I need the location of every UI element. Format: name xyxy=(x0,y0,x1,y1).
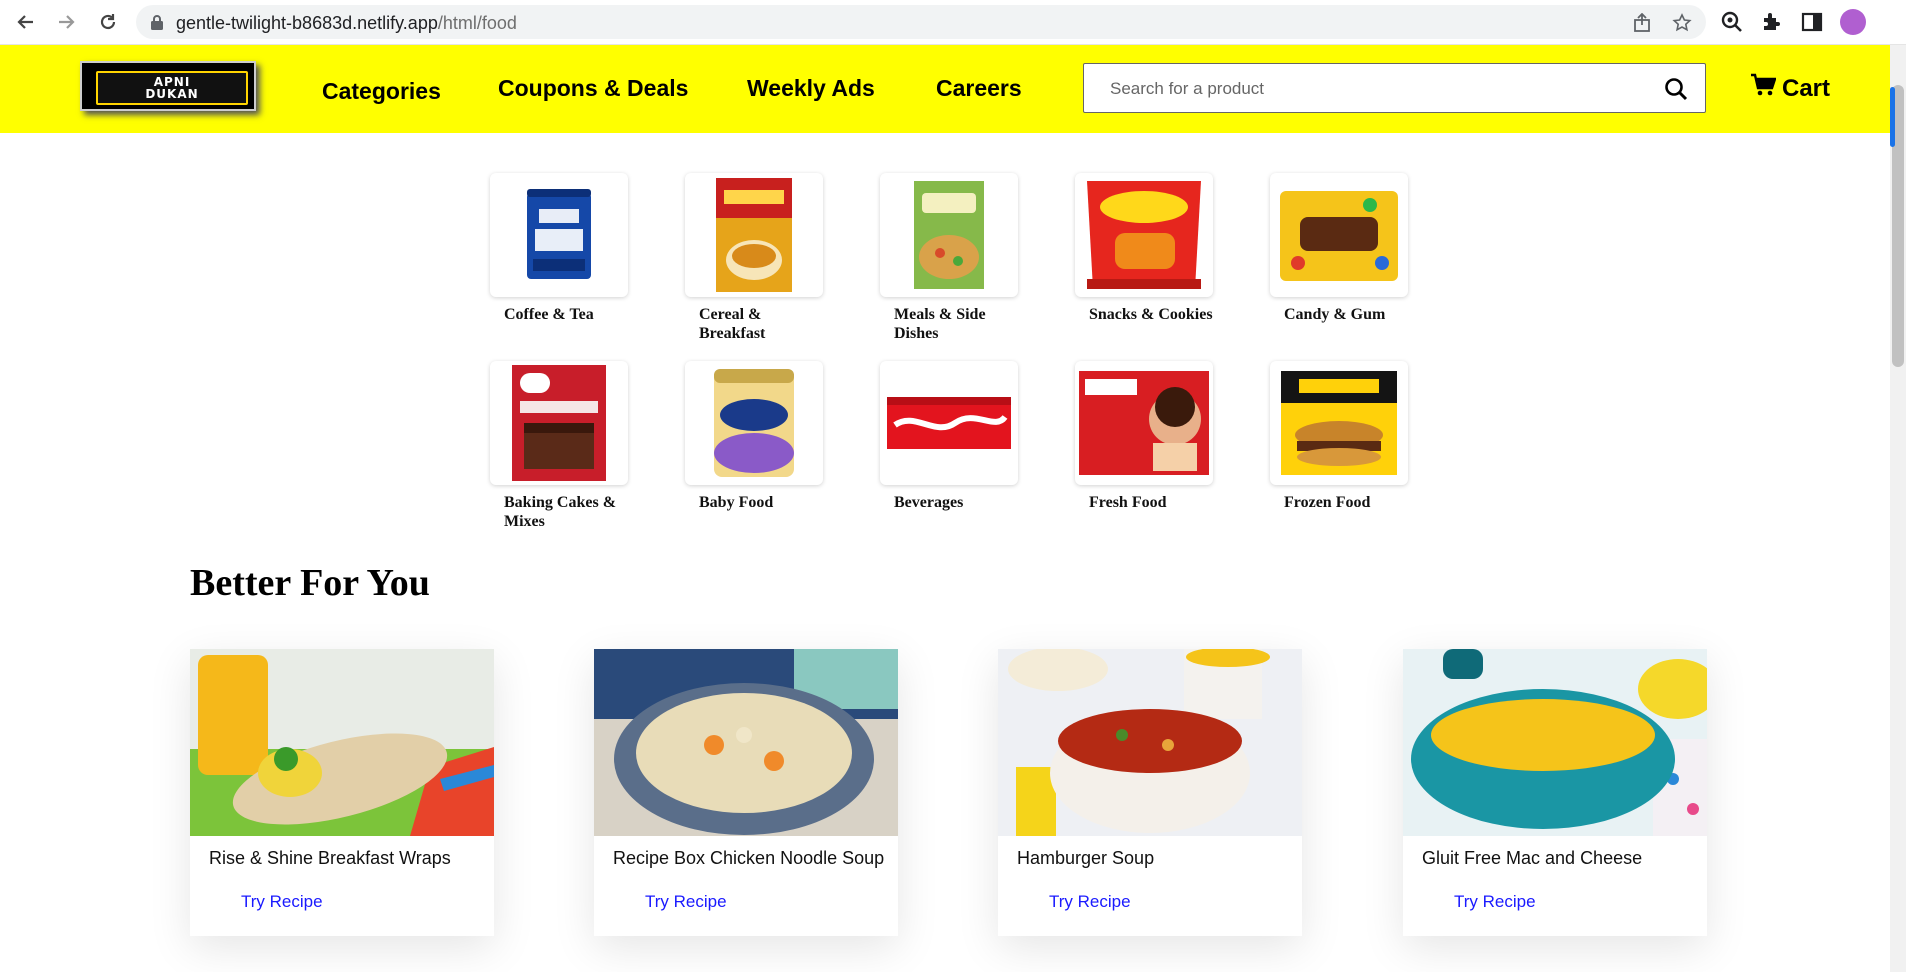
coffee-can-icon xyxy=(527,189,591,279)
recipe-name: Recipe Box Chicken Noodle Soup xyxy=(613,848,885,868)
candy-bag-icon xyxy=(1280,191,1398,281)
recipe-card[interactable]: Rise & Shine Breakfast Wraps Try Recipe xyxy=(190,649,494,936)
category-beverages[interactable]: Beverages xyxy=(880,361,1040,512)
category-label: Frozen Food xyxy=(1284,494,1371,511)
shopping-cart-icon xyxy=(1750,73,1777,104)
back-icon[interactable] xyxy=(12,8,40,36)
lock-icon xyxy=(150,14,164,35)
lens-icon[interactable] xyxy=(1720,10,1744,34)
try-recipe-link[interactable]: Try Recipe xyxy=(241,892,323,912)
reload-icon[interactable] xyxy=(94,8,122,36)
formula-can-icon xyxy=(714,369,794,477)
category-label: Coffee & Tea xyxy=(504,306,594,323)
forward-icon[interactable] xyxy=(52,8,80,36)
recipe-name: Gluit Free Mac and Cheese xyxy=(1422,848,1643,868)
extensions-puzzle-icon[interactable] xyxy=(1760,10,1784,34)
category-tile xyxy=(685,173,823,297)
site-header: APNI DUKAN Categories Coupons & Deals We… xyxy=(0,45,1906,133)
nav-coupons-deals[interactable]: Coupons & Deals xyxy=(498,75,688,102)
category-label: Candy & Gum xyxy=(1284,306,1386,323)
recipe-image xyxy=(594,649,898,836)
category-tile xyxy=(685,361,823,485)
address-bar[interactable]: gentle-twilight-b8683d.netlify.app/html/… xyxy=(136,5,1706,39)
nav-careers[interactable]: Careers xyxy=(936,75,1022,102)
category-tile xyxy=(1075,173,1213,297)
category-label: Fresh Food xyxy=(1089,494,1167,511)
burger-box-icon xyxy=(1281,371,1397,475)
recipe-image xyxy=(1403,649,1707,836)
cereal-box-icon xyxy=(716,178,792,292)
category-label: Snacks & Cookies xyxy=(1089,306,1213,323)
hotdog-pack-icon xyxy=(1079,371,1209,475)
cart-button[interactable]: Cart xyxy=(1750,73,1830,104)
category-label: Baby Food xyxy=(699,494,774,511)
nav-categories[interactable]: Categories xyxy=(322,78,441,105)
section-title: Better For You xyxy=(190,562,430,604)
scroll-indicator xyxy=(1890,87,1895,147)
cake-mix-box-icon xyxy=(512,365,606,481)
cart-label: Cart xyxy=(1782,74,1831,102)
category-frozen-food[interactable]: Frozen Food xyxy=(1270,361,1430,512)
category-tile xyxy=(1075,361,1213,485)
chips-bag-icon xyxy=(1087,181,1201,289)
recipe-name: Rise & Shine Breakfast Wraps xyxy=(209,848,451,868)
category-meals-side-dishes[interactable]: Meals & Side Dishes xyxy=(880,173,1040,343)
share-icon[interactable] xyxy=(1632,12,1652,33)
category-label: Beverages xyxy=(894,494,964,511)
category-fresh-food[interactable]: Fresh Food xyxy=(1075,361,1235,512)
category-coffee-tea[interactable]: Coffee & Tea xyxy=(490,173,650,324)
salad-pack-icon xyxy=(914,181,984,289)
category-tile xyxy=(880,173,1018,297)
category-cereal-breakfast[interactable]: Cereal & Breakfast xyxy=(685,173,845,343)
url-text: gentle-twilight-b8683d.netlify.app/html/… xyxy=(176,13,517,33)
try-recipe-link[interactable]: Try Recipe xyxy=(1454,892,1536,912)
bookmark-star-icon[interactable] xyxy=(1672,13,1692,33)
recipe-card[interactable]: Hamburger Soup Try Recipe xyxy=(998,649,1302,936)
category-tile xyxy=(880,361,1018,485)
category-snacks-cookies[interactable]: Snacks & Cookies xyxy=(1075,173,1235,324)
logo-text-line2: DUKAN xyxy=(145,87,199,101)
logo[interactable]: APNI DUKAN xyxy=(80,61,256,111)
category-label: Cereal & Breakfast xyxy=(699,306,766,342)
category-candy-gum[interactable]: Candy & Gum xyxy=(1270,173,1430,324)
category-tile xyxy=(490,173,628,297)
category-label: Baking Cakes & Mixes xyxy=(504,494,617,530)
category-tile xyxy=(490,361,628,485)
category-tile xyxy=(1270,361,1408,485)
category-baby-food[interactable]: Baby Food xyxy=(685,361,845,512)
recipe-card[interactable]: Recipe Box Chicken Noodle Soup Try Recip… xyxy=(594,649,898,936)
search-icon[interactable] xyxy=(1664,77,1688,106)
try-recipe-link[interactable]: Try Recipe xyxy=(645,892,727,912)
soda-pack-icon xyxy=(887,397,1011,449)
search-box xyxy=(1083,63,1706,113)
profile-avatar[interactable] xyxy=(1840,9,1866,35)
search-input[interactable] xyxy=(1108,76,1632,102)
category-baking-cakes-mixes[interactable]: Baking Cakes & Mixes xyxy=(490,361,650,531)
recipe-image xyxy=(998,649,1302,836)
page-scrollbar[interactable] xyxy=(1890,45,1906,972)
try-recipe-link[interactable]: Try Recipe xyxy=(1049,892,1131,912)
browser-toolbar: gentle-twilight-b8683d.netlify.app/html/… xyxy=(0,0,1906,45)
logo-badge: APNI DUKAN xyxy=(96,71,248,105)
category-tile xyxy=(1270,173,1408,297)
category-label: Meals & Side Dishes xyxy=(894,306,986,342)
recipe-image xyxy=(190,649,494,836)
side-panel-icon[interactable] xyxy=(1800,10,1824,34)
nav-weekly-ads[interactable]: Weekly Ads xyxy=(747,75,875,102)
recipe-name: Hamburger Soup xyxy=(1017,848,1155,868)
recipe-card[interactable]: Gluit Free Mac and Cheese Try Recipe xyxy=(1403,649,1707,936)
